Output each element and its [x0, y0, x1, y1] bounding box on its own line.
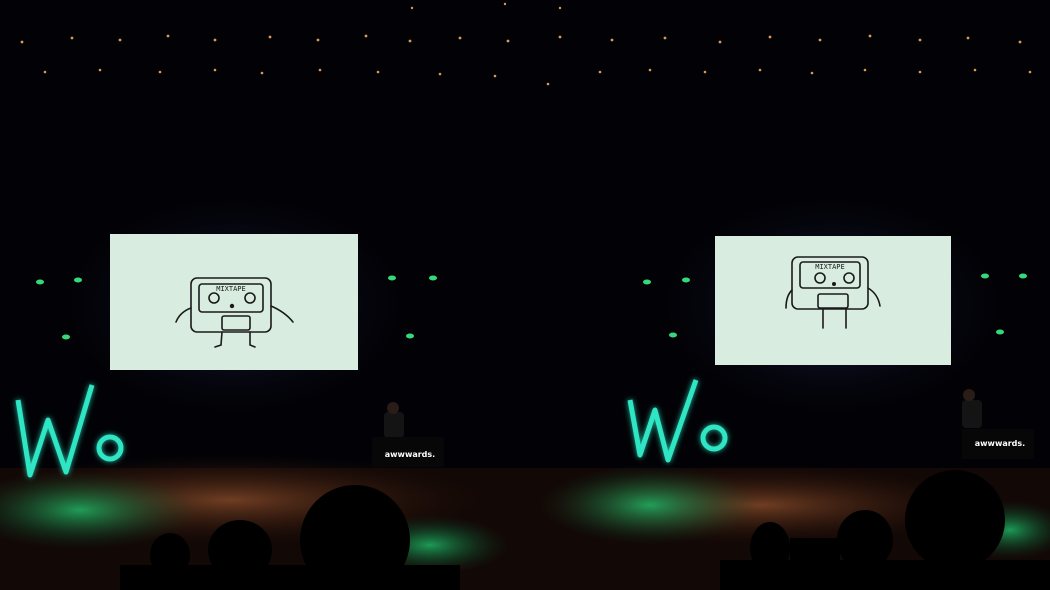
podium-logo-left: awwwards. [385, 450, 435, 459]
podium-logo-right: awwwards. [975, 439, 1025, 448]
projection-screen-left: MIXTAPE [110, 234, 358, 370]
speaker-left: awwwards. [372, 402, 444, 467]
ceiling-lights [20, 2, 1032, 86]
neon-w-sign-right [627, 379, 728, 463]
cassette-label-right: MIXTAPE [815, 263, 845, 271]
cassette-label-left: MIXTAPE [216, 285, 246, 293]
stage-photo: MIXTAPE MIXTAPE awwwards. awwwards. [0, 0, 1050, 590]
stage-scene: MIXTAPE MIXTAPE awwwards. awwwards. [0, 2, 1050, 590]
projection-screen-right: MIXTAPE [715, 236, 951, 365]
speaker-right: awwwards. [962, 389, 1034, 459]
